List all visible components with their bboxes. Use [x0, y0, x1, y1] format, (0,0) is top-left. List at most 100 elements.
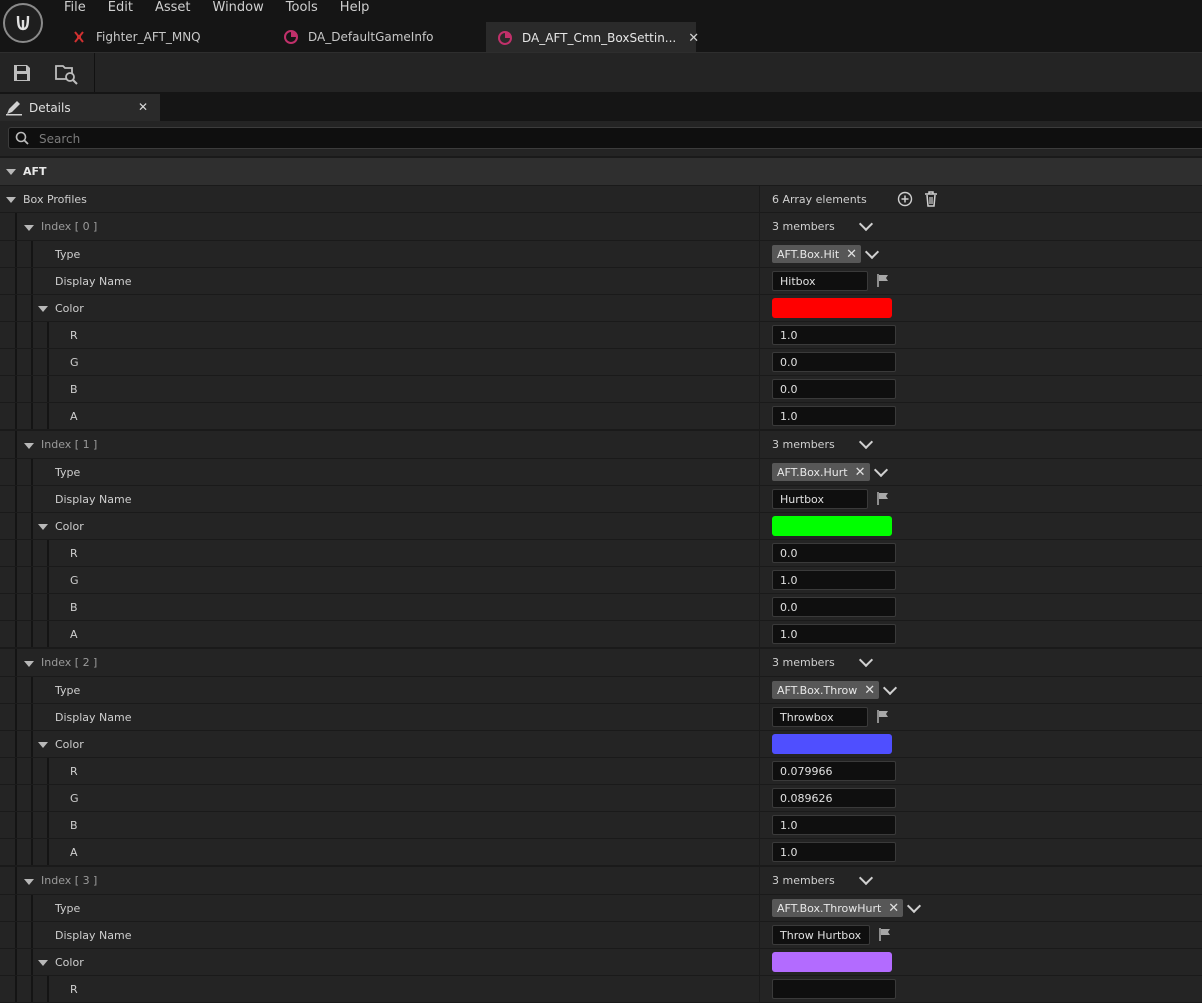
gameplay-tag-chip[interactable]: AFT.Box.Hurt ✕: [772, 463, 870, 481]
browse-button[interactable]: [55, 63, 78, 85]
collapse-arrow-icon[interactable]: [24, 225, 34, 231]
column-splitter[interactable]: [759, 785, 760, 811]
collapse-arrow-icon[interactable]: [24, 879, 34, 885]
collapse-arrow-icon[interactable]: [38, 960, 48, 966]
gameplay-tag-chip[interactable]: AFT.Box.ThrowHurt ✕: [772, 899, 904, 917]
localization-flag-icon[interactable]: [876, 709, 890, 726]
channel-input-b[interactable]: 0.0: [772, 597, 896, 617]
channel-input-r[interactable]: 0.0: [772, 543, 896, 563]
display-name-field[interactable]: Throwbox: [772, 707, 868, 727]
channel-input-g[interactable]: 1.0: [772, 570, 896, 590]
channel-input-a[interactable]: 1.0: [772, 624, 896, 644]
collapse-arrow-icon[interactable]: [6, 197, 16, 203]
channel-input-b[interactable]: 0.0: [772, 379, 896, 399]
column-splitter[interactable]: [759, 349, 760, 375]
tab-da-aft-cmn-box-settings[interactable]: DA_AFT_Cmn_BoxSettin... ✕: [486, 22, 699, 52]
column-splitter[interactable]: [759, 403, 760, 429]
localization-flag-icon[interactable]: [876, 491, 890, 508]
add-element-icon[interactable]: [897, 191, 913, 210]
column-splitter[interactable]: [759, 241, 760, 267]
column-splitter[interactable]: [759, 621, 760, 647]
remove-tag-icon[interactable]: ✕: [888, 901, 899, 916]
delete-all-icon[interactable]: [923, 190, 939, 211]
column-splitter[interactable]: [759, 459, 760, 485]
column-splitter[interactable]: [759, 431, 760, 458]
remove-tag-icon[interactable]: ✕: [855, 465, 866, 480]
remove-tag-icon[interactable]: ✕: [846, 247, 857, 262]
members-dropdown[interactable]: 3 members: [772, 213, 873, 240]
column-splitter[interactable]: [759, 704, 760, 730]
category-aft[interactable]: AFT: [0, 158, 1202, 185]
column-splitter[interactable]: [759, 949, 760, 975]
menu-asset[interactable]: Asset: [155, 0, 201, 16]
tab-fighter-aft-mnq[interactable]: Fighter_AFT_MNQ: [60, 22, 272, 52]
column-splitter[interactable]: [759, 976, 760, 1002]
gameplay-tag-chip[interactable]: AFT.Box.Hit ✕: [772, 245, 862, 263]
collapse-arrow-icon[interactable]: [38, 524, 48, 530]
column-splitter[interactable]: [759, 295, 760, 321]
close-icon[interactable]: ✕: [138, 100, 148, 114]
column-splitter[interactable]: [759, 186, 760, 212]
collapse-arrow-icon[interactable]: [6, 169, 16, 175]
channel-input-r[interactable]: [772, 979, 896, 999]
channel-input-r[interactable]: 0.079966: [772, 761, 896, 781]
display-name-field[interactable]: Hitbox: [772, 271, 868, 291]
column-splitter[interactable]: [759, 322, 760, 348]
column-splitter[interactable]: [759, 540, 760, 566]
members-dropdown[interactable]: 3 members: [772, 431, 873, 458]
localization-flag-icon[interactable]: [878, 927, 892, 944]
members-dropdown[interactable]: 3 members: [772, 649, 873, 676]
collapse-arrow-icon[interactable]: [38, 306, 48, 312]
column-splitter[interactable]: [759, 567, 760, 593]
color-swatch[interactable]: [772, 516, 892, 536]
tab-da-default-game-info[interactable]: DA_DefaultGameInfo: [272, 22, 486, 52]
chevron-down-icon[interactable]: [864, 244, 880, 259]
search-input[interactable]: [37, 130, 1141, 148]
channel-input-a[interactable]: 1.0: [772, 406, 896, 426]
close-icon[interactable]: ✕: [688, 31, 699, 46]
remove-tag-icon[interactable]: ✕: [864, 683, 875, 698]
localization-flag-icon[interactable]: [876, 273, 890, 290]
chevron-down-icon[interactable]: [883, 680, 898, 695]
chevron-down-icon[interactable]: [907, 898, 922, 913]
column-splitter[interactable]: [759, 731, 760, 757]
channel-input-g[interactable]: 0.0: [772, 352, 896, 372]
column-splitter[interactable]: [759, 812, 760, 838]
color-swatch[interactable]: [772, 952, 892, 972]
save-button[interactable]: [12, 63, 34, 85]
display-name-field[interactable]: Throw Hurtbox: [772, 925, 870, 945]
collapse-arrow-icon[interactable]: [24, 661, 34, 667]
column-splitter[interactable]: [759, 839, 760, 865]
column-splitter[interactable]: [759, 213, 760, 240]
tab-details[interactable]: Details ✕: [0, 94, 160, 121]
column-splitter[interactable]: [759, 376, 760, 402]
column-splitter[interactable]: [759, 867, 760, 894]
column-splitter[interactable]: [759, 594, 760, 620]
menu-file[interactable]: File: [64, 0, 96, 16]
column-splitter[interactable]: [759, 513, 760, 539]
channel-input-b[interactable]: 1.0: [772, 815, 896, 835]
channel-input-r[interactable]: 1.0: [772, 325, 896, 345]
column-splitter[interactable]: [759, 677, 760, 703]
color-swatch[interactable]: [772, 734, 892, 754]
members-dropdown[interactable]: 3 members: [772, 867, 873, 894]
menu-help[interactable]: Help: [340, 0, 380, 16]
column-splitter[interactable]: [759, 649, 760, 676]
collapse-arrow-icon[interactable]: [24, 443, 34, 449]
unreal-logo-icon[interactable]: [3, 3, 43, 43]
chevron-down-icon[interactable]: [873, 462, 888, 477]
menu-tools[interactable]: Tools: [286, 0, 328, 16]
column-splitter[interactable]: [759, 486, 760, 512]
channel-input-g[interactable]: 0.089626: [772, 788, 896, 808]
color-swatch[interactable]: [772, 298, 892, 318]
collapse-arrow-icon[interactable]: [38, 742, 48, 748]
column-splitter[interactable]: [759, 922, 760, 948]
column-splitter[interactable]: [759, 895, 760, 921]
column-splitter[interactable]: [759, 268, 760, 294]
menu-window[interactable]: Window: [213, 0, 274, 16]
channel-input-a[interactable]: 1.0: [772, 842, 896, 862]
menu-edit[interactable]: Edit: [108, 0, 143, 16]
column-splitter[interactable]: [759, 758, 760, 784]
display-name-field[interactable]: Hurtbox: [772, 489, 868, 509]
gameplay-tag-chip[interactable]: AFT.Box.Throw ✕: [772, 681, 880, 699]
